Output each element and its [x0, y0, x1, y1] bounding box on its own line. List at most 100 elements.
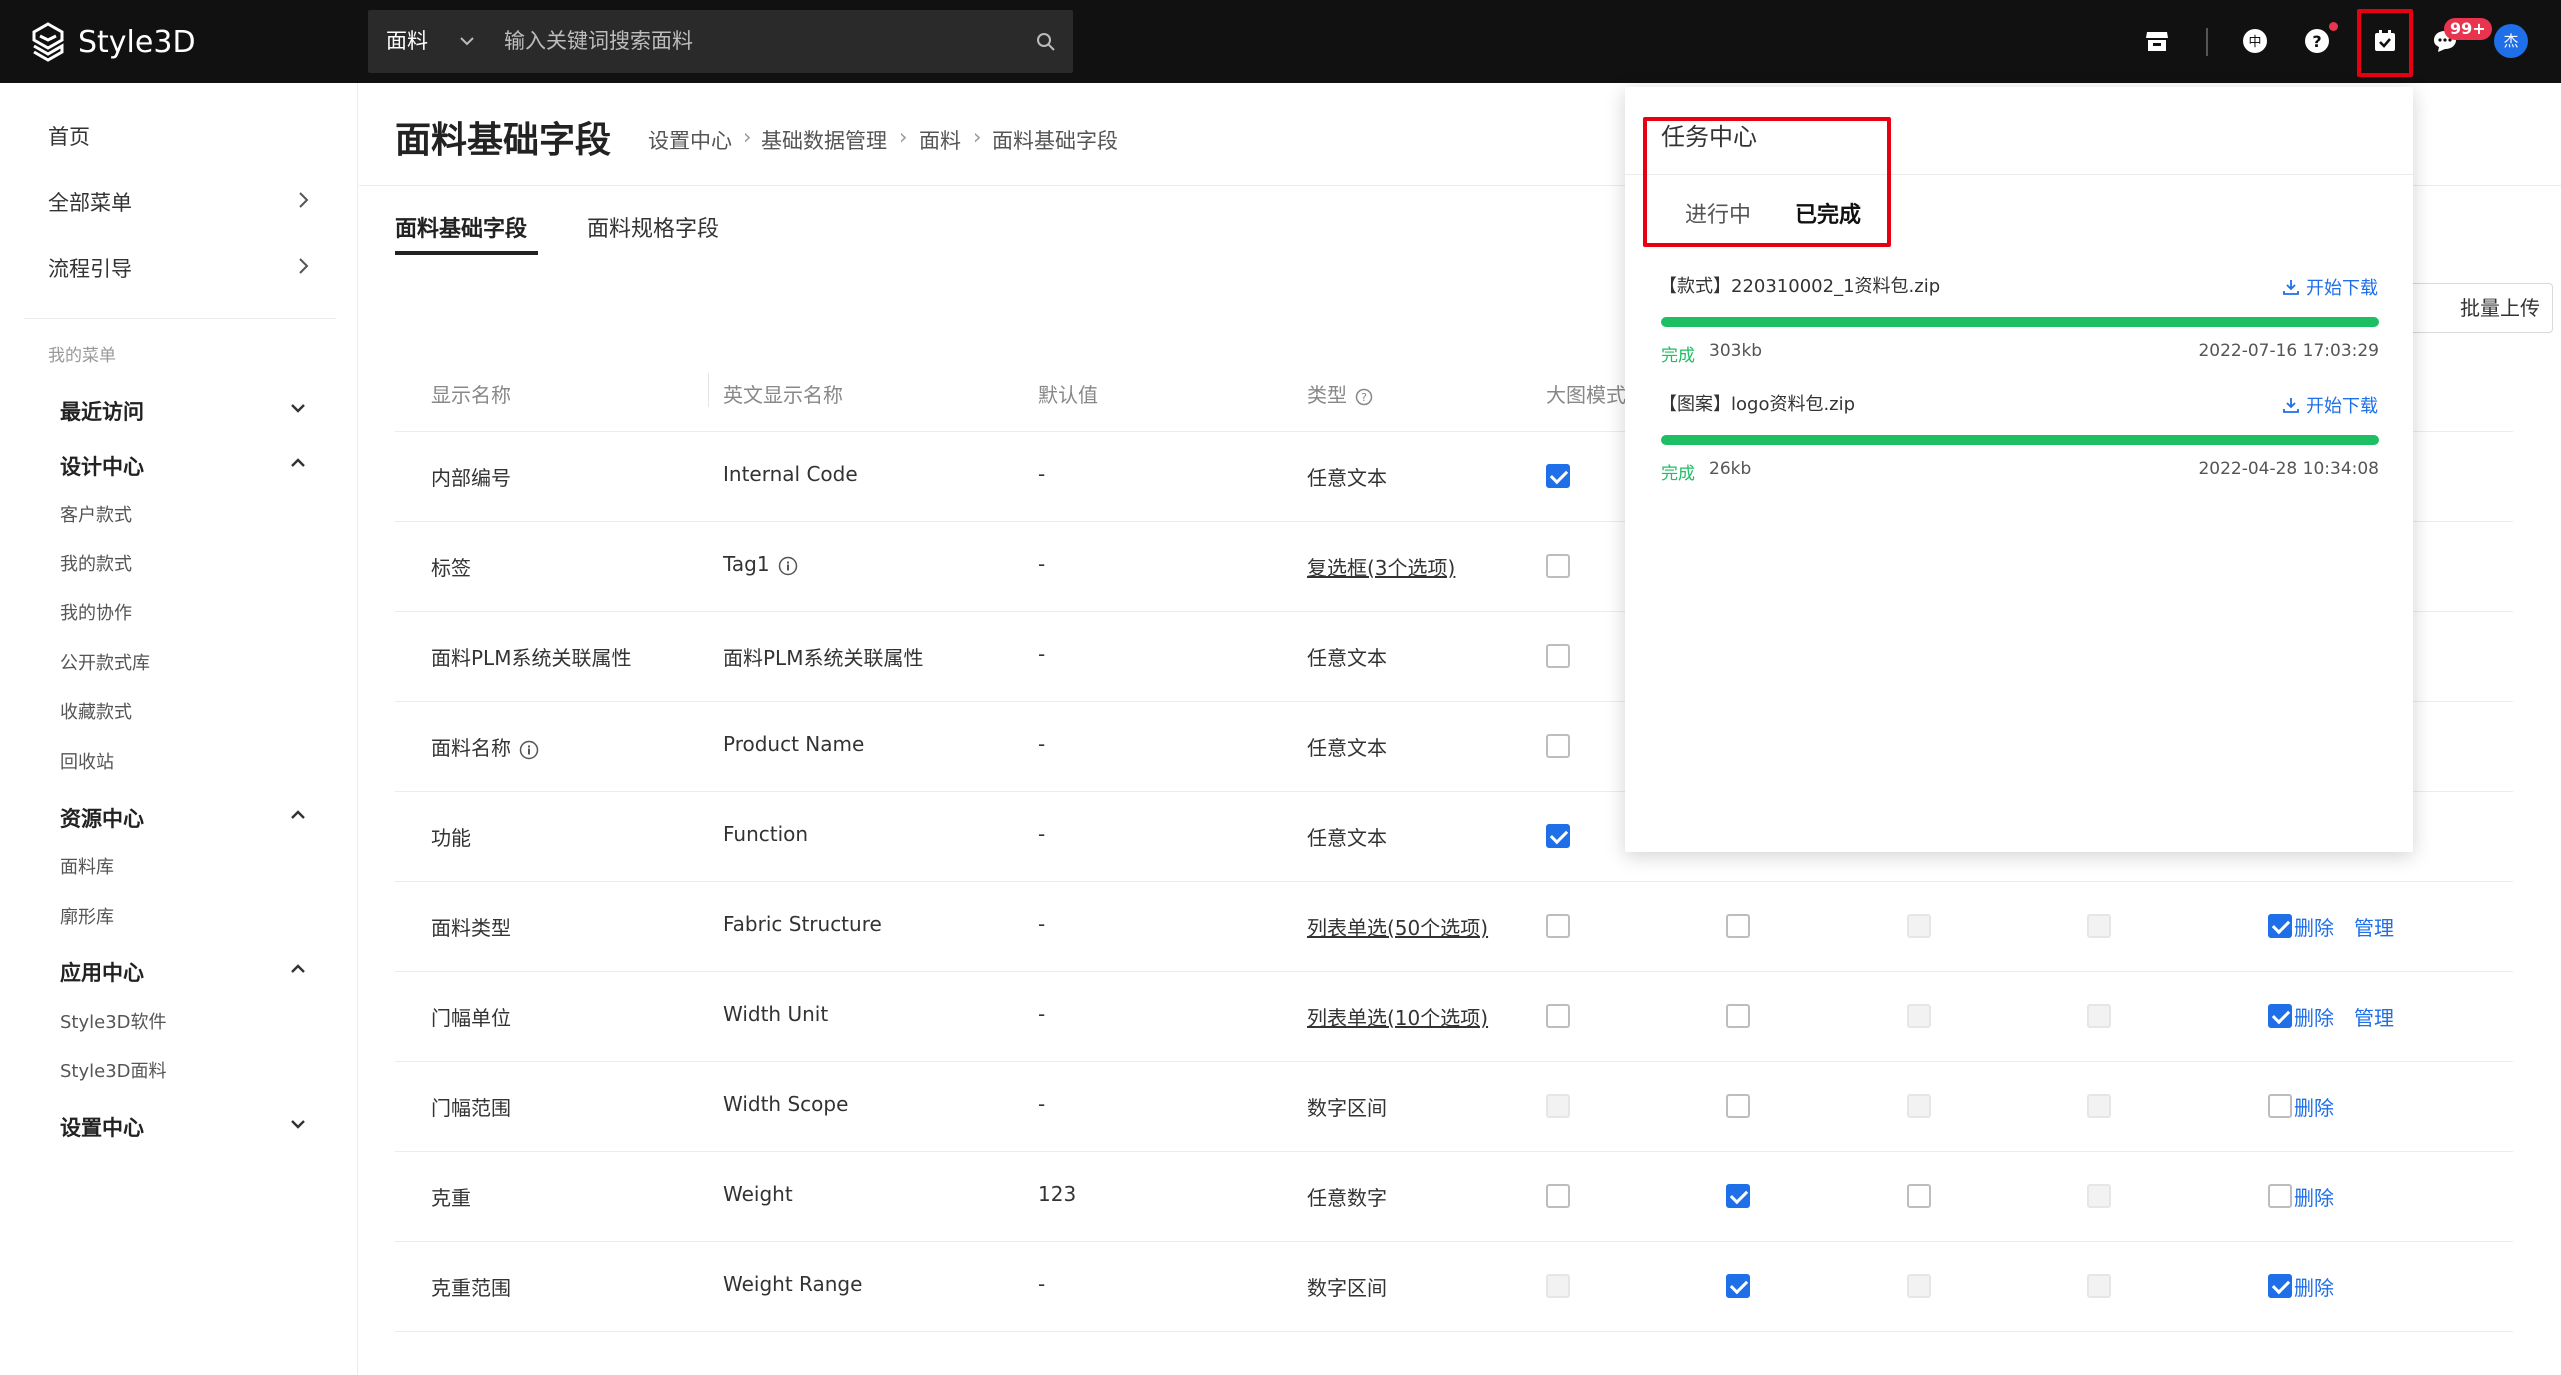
chevron-down-icon[interactable] — [288, 399, 308, 417]
start-download-label: 开始下载 — [2306, 396, 2378, 417]
sidebar-item-home[interactable]: 首页 — [48, 121, 90, 151]
table-row-checkbox[interactable] — [1546, 914, 1570, 938]
chevron-right-icon[interactable] — [294, 189, 312, 211]
chevron-up-icon[interactable] — [288, 806, 308, 824]
table-row-checkbox[interactable] — [1546, 464, 1570, 488]
table-row-checkbox — [1546, 1094, 1570, 1118]
table-row-checkbox[interactable] — [1726, 1004, 1750, 1028]
sidebar-item-customer-styles[interactable]: 客户款式 — [60, 501, 132, 527]
chevron-up-icon[interactable] — [288, 454, 308, 472]
sidebar-group-app-center[interactable]: 应用中心 — [60, 957, 144, 987]
table-row-checkbox[interactable] — [1726, 1094, 1750, 1118]
table-row-checkbox — [1907, 1004, 1931, 1028]
delete-link[interactable]: 删除 — [2294, 1182, 2334, 1211]
message-badge: 99+ — [2444, 18, 2492, 40]
table-row-checkbox[interactable] — [1726, 914, 1750, 938]
row-divider — [395, 1061, 2513, 1062]
english-name-text: Tag1 — [723, 552, 770, 576]
search-bar: 面料 输入关键词搜索面料 — [368, 10, 1073, 73]
table-row-english-name: Product Name — [723, 732, 864, 756]
avatar[interactable]: 杰 — [2494, 24, 2528, 58]
table-row-checkbox[interactable] — [1546, 824, 1570, 848]
start-download-link[interactable]: 开始下载 — [2282, 392, 2378, 418]
sidebar-item-favorites[interactable]: 收藏款式 — [60, 698, 132, 724]
task-file-name: 【图案】logo资料包.zip — [1659, 394, 1856, 415]
question-circle-icon[interactable]: ? — [1355, 388, 1373, 406]
sidebar-item-my-collab[interactable]: 我的协作 — [60, 599, 132, 625]
sidebar-item-style3d-fabric[interactable]: Style3D面料 — [60, 1057, 167, 1083]
tab-fabric-basic-fields[interactable]: 面料基础字段 — [395, 211, 527, 243]
table-row-checkbox[interactable] — [2268, 1274, 2292, 1298]
sidebar-group-design-center[interactable]: 设计中心 — [60, 451, 144, 481]
delete-link[interactable]: 删除 — [2294, 1002, 2334, 1031]
search-icon[interactable] — [1036, 32, 1056, 52]
table-row-checkbox — [1907, 914, 1931, 938]
manage-link[interactable]: 管理 — [2354, 1002, 2394, 1031]
row-divider — [395, 881, 2513, 882]
row-divider — [395, 1241, 2513, 1242]
english-name-text: Function — [723, 822, 809, 846]
sidebar: 首页 全部菜单 流程引导 我的菜单 最近访问 设计中心 客户款式 我的款式 我的… — [0, 83, 358, 1375]
sidebar-item-silhouette-library[interactable]: 廓形库 — [60, 903, 114, 929]
chevron-down-icon[interactable] — [458, 32, 476, 50]
sidebar-group-settings-center[interactable]: 设置中心 — [60, 1112, 144, 1142]
sidebar-group-resource-center[interactable]: 资源中心 — [60, 803, 144, 833]
table-row-type[interactable]: 复选框(3个选项) — [1307, 552, 1455, 581]
sidebar-caption: 我的菜单 — [48, 346, 116, 366]
breadcrumb-fabric[interactable]: 面料 — [919, 125, 961, 155]
table-row-checkbox[interactable] — [2268, 1184, 2292, 1208]
delete-link[interactable]: 删除 — [2294, 1272, 2334, 1301]
sidebar-divider — [24, 318, 336, 319]
tab-fabric-spec-fields[interactable]: 面料规格字段 — [587, 211, 719, 243]
info-circle-icon[interactable] — [519, 740, 539, 760]
help-notification-dot — [2329, 22, 2338, 31]
table-row-checkbox[interactable] — [2268, 1094, 2292, 1118]
sidebar-item-process-guide[interactable]: 流程引导 — [48, 253, 132, 283]
table-row-checkbox[interactable] — [1546, 1184, 1570, 1208]
table-row-checkbox[interactable] — [1546, 734, 1570, 758]
display-name-text: 标签 — [431, 556, 471, 580]
delete-link[interactable]: 删除 — [2294, 912, 2334, 941]
breadcrumb-basic-data[interactable]: 基础数据管理 — [761, 125, 887, 155]
breadcrumb-settings-center[interactable]: 设置中心 — [648, 125, 732, 155]
table-row-checkbox[interactable] — [1546, 1004, 1570, 1028]
batch-upload-button[interactable]: 批量上传 — [2403, 283, 2553, 333]
app-logo[interactable]: Style3D — [32, 20, 196, 64]
task-center-highlight — [2357, 9, 2413, 77]
table-row-checkbox[interactable] — [2268, 914, 2292, 938]
search-input[interactable]: 输入关键词搜索面料 — [504, 10, 693, 73]
sidebar-item-public-styles[interactable]: 公开款式库 — [60, 649, 150, 675]
sidebar-item-all-menu[interactable]: 全部菜单 — [48, 187, 132, 217]
language-icon[interactable]: 中 — [2238, 24, 2272, 58]
table-row-checkbox — [1907, 1094, 1931, 1118]
sidebar-item-my-styles[interactable]: 我的款式 — [60, 550, 132, 576]
info-circle-icon[interactable] — [778, 556, 798, 576]
table-row-checkbox[interactable] — [1907, 1184, 1931, 1208]
chevron-up-icon[interactable] — [288, 960, 308, 978]
search-category-select[interactable]: 面料 — [386, 10, 428, 73]
sidebar-item-recycle-bin[interactable]: 回收站 — [60, 748, 114, 774]
table-row-checkbox — [2087, 1184, 2111, 1208]
table-row-checkbox[interactable] — [1726, 1184, 1750, 1208]
breadcrumb-separator: › — [973, 125, 982, 149]
table-row-type[interactable]: 列表单选(50个选项) — [1307, 912, 1488, 941]
chevron-right-icon[interactable] — [294, 255, 312, 277]
sidebar-item-fabric-library[interactable]: 面料库 — [60, 853, 114, 879]
chevron-down-icon[interactable] — [288, 1115, 308, 1133]
store-icon[interactable] — [2140, 24, 2174, 58]
style3d-logo-icon — [32, 22, 64, 62]
table-row-checkbox[interactable] — [1546, 644, 1570, 668]
manage-link[interactable]: 管理 — [2354, 912, 2394, 941]
table-row-checkbox — [2087, 1004, 2111, 1028]
table-row-type[interactable]: 列表单选(10个选项) — [1307, 1002, 1488, 1031]
active-tab-underline — [395, 251, 538, 255]
table-row-checkbox[interactable] — [1726, 1274, 1750, 1298]
column-header-display-name: 显示名称 — [431, 383, 511, 407]
table-row-checkbox[interactable] — [1546, 554, 1570, 578]
delete-link[interactable]: 删除 — [2294, 1092, 2334, 1121]
table-row-display-name: 内部编号 — [431, 462, 511, 491]
table-row-checkbox[interactable] — [2268, 1004, 2292, 1028]
sidebar-item-style3d-software[interactable]: Style3D软件 — [60, 1008, 167, 1034]
start-download-link[interactable]: 开始下载 — [2282, 274, 2378, 300]
sidebar-group-recent[interactable]: 最近访问 — [60, 396, 144, 426]
